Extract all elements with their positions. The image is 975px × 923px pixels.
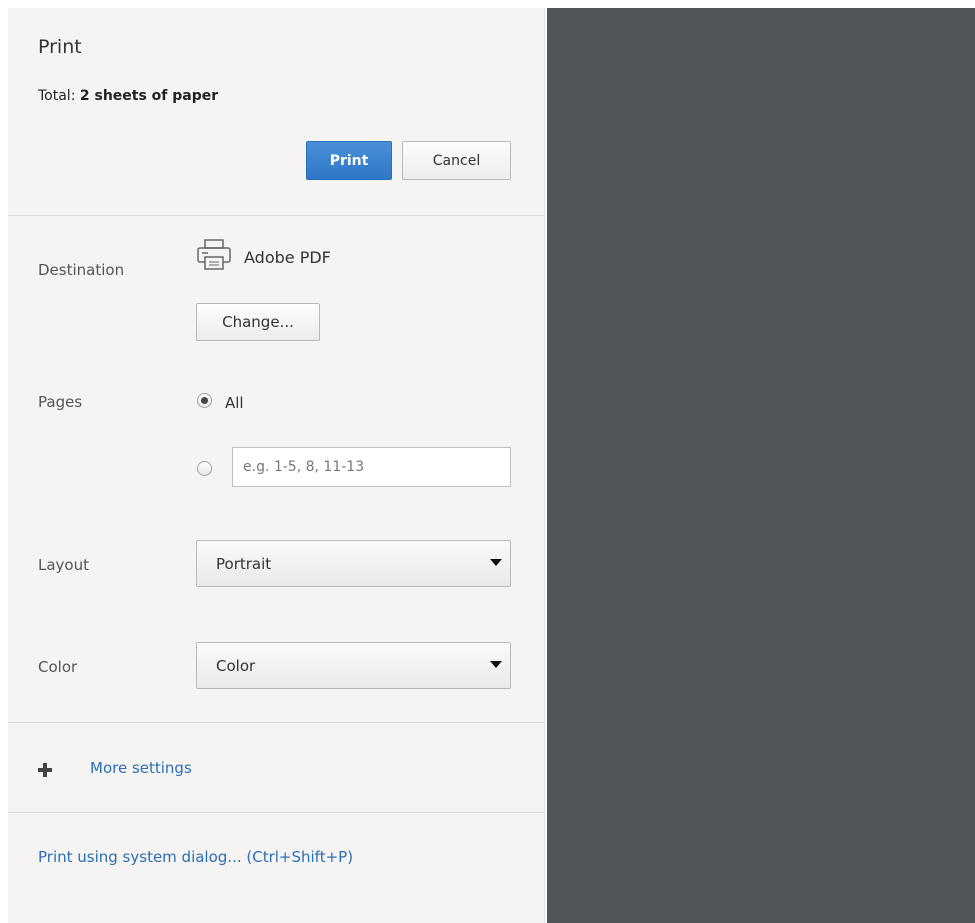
pages-range-radio[interactable] [197,461,212,476]
chevron-down-icon [490,661,502,668]
total-value: 2 sheets of paper [79,88,219,104]
system-dialog-link[interactable]: Print using system dialog... (Ctrl+Shift… [38,848,353,866]
header-divider [8,215,545,216]
print-settings-sidebar: Print Total: 2 sheets of paper Print Can… [8,8,545,923]
cancel-button[interactable]: Cancel [402,141,511,180]
print-dialog: Print Total: 2 sheets of paper Print Can… [0,0,975,923]
color-select[interactable]: Color [196,642,511,689]
pages-range-input[interactable] [232,447,511,487]
color-select-value: Color [216,656,256,675]
destination-name: Adobe PDF [244,248,331,267]
destination-label: Destination [38,261,125,279]
more-settings-toggle[interactable]: More settings [38,756,192,780]
printer-icon [197,239,231,270]
layout-select-value: Portrait [216,554,272,573]
pages-all-radio[interactable] [197,393,212,408]
pages-all-label: All [225,394,244,412]
print-preview-area [547,8,975,923]
layout-select[interactable]: Portrait [196,540,511,587]
footer-divider [8,812,545,813]
plus-icon [38,763,52,777]
chevron-down-icon [490,559,502,566]
settings-divider [8,722,545,723]
total-label: Total: [38,88,80,104]
total-sheets-summary: Total: 2 sheets of paper [38,88,218,104]
color-label: Color [38,658,78,676]
pages-label: Pages [38,393,83,411]
layout-label: Layout [38,556,89,574]
change-destination-button[interactable]: Change... [196,303,320,341]
more-settings-link[interactable]: More settings [90,759,192,777]
print-button[interactable]: Print [306,141,392,180]
dialog-title: Print [38,36,82,58]
